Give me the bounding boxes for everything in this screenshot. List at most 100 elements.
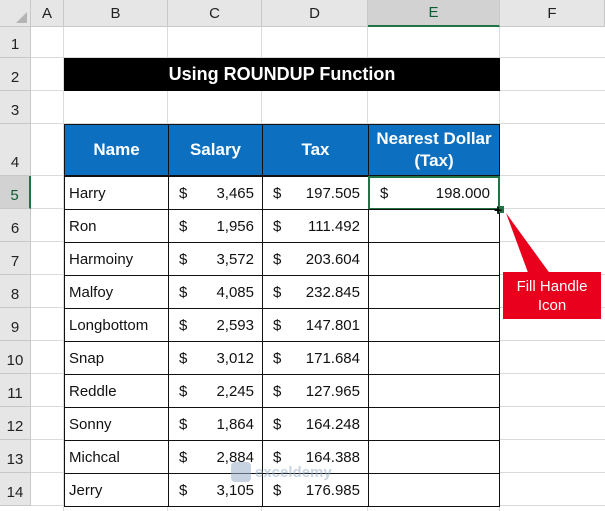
header-nearest-dollar[interactable]: Nearest Dollar (Tax) [368, 124, 500, 176]
currency-symbol: $ [273, 349, 282, 367]
tax-value: 232.845 [305, 283, 360, 301]
select-all-corner[interactable] [0, 0, 31, 27]
cell-name[interactable]: Sonny [64, 407, 169, 441]
tax-value: 111.492 [308, 217, 360, 235]
cell-tax[interactable]: $203.604 [262, 242, 369, 276]
cell-name[interactable]: Longbottom [64, 308, 169, 342]
row-header-1[interactable]: 1 [0, 27, 31, 58]
row-header-5[interactable]: 5 [0, 176, 31, 209]
currency-symbol: $ [179, 316, 188, 334]
tax-value: 203.604 [305, 250, 360, 268]
cell-salary[interactable]: $2,593 [168, 308, 263, 342]
row-header-12[interactable]: 12 [0, 407, 31, 440]
tax-value: 197.505 [305, 184, 360, 202]
header-name[interactable]: Name [64, 124, 169, 176]
currency-symbol: $ [273, 184, 282, 202]
cell-salary[interactable]: $3,465 [168, 176, 263, 210]
salary-value: 2,593 [216, 316, 254, 334]
header-nearest-line2: (Tax) [414, 151, 454, 170]
cell-name[interactable]: Ron [64, 209, 169, 243]
currency-symbol: $ [179, 184, 188, 202]
cell-tax[interactable]: $197.505 [262, 176, 369, 210]
salary-value: 1,956 [216, 217, 254, 235]
cell-name[interactable]: Michcal [64, 440, 169, 474]
header-salary[interactable]: Salary [168, 124, 263, 176]
header-tax[interactable]: Tax [262, 124, 369, 176]
cell-salary[interactable]: $3,572 [168, 242, 263, 276]
salary-value: 3,465 [216, 184, 254, 202]
currency-symbol: $ [273, 415, 282, 433]
tax-value: 164.248 [305, 415, 360, 433]
column-header-f[interactable]: F [500, 0, 605, 27]
cell-nearest-dollar[interactable] [368, 308, 500, 342]
column-header-b[interactable]: B [64, 0, 168, 27]
currency-symbol: $ [273, 283, 282, 301]
cell-nearest-dollar[interactable] [368, 275, 500, 309]
cell-name[interactable]: Jerry [64, 473, 169, 507]
column-header-c[interactable]: C [168, 0, 262, 27]
cell-tax[interactable]: $111.492 [262, 209, 369, 243]
currency-symbol: $ [179, 415, 188, 433]
cell-salary[interactable]: $1,956 [168, 209, 263, 243]
spreadsheet: ABCDEF 1 2 3 4 5 6 7 8 9 10 11 12 13 14 Using ROUNDUP… [0, 0, 605, 511]
currency-symbol: $ [273, 217, 282, 235]
salary-value: 4,085 [216, 283, 254, 301]
cell-nearest-dollar[interactable] [368, 407, 500, 441]
currency-symbol: $ [179, 382, 188, 400]
sheet-title: Using ROUNDUP Function [64, 58, 500, 91]
cell-nearest-dollar[interactable] [368, 209, 500, 243]
currency-symbol: $ [179, 250, 188, 268]
watermark: exceldemy [231, 462, 332, 482]
cell-name[interactable]: Harmoiny [64, 242, 169, 276]
cell-salary[interactable]: $2,245 [168, 374, 263, 408]
column-header-d[interactable]: D [262, 0, 368, 27]
fill-cursor-cross-icon: + [494, 202, 503, 218]
row-header-2[interactable]: 2 [0, 58, 31, 91]
tax-value: 127.965 [305, 382, 360, 400]
currency-symbol: $ [179, 349, 188, 367]
salary-value: 2,245 [216, 382, 254, 400]
cell-salary[interactable]: $4,085 [168, 275, 263, 309]
cell-salary[interactable]: $1,864 [168, 407, 263, 441]
callout-line2: Icon [537, 296, 567, 314]
tax-value: 176.985 [305, 481, 360, 499]
tax-value: 171.684 [305, 349, 360, 367]
cell-name[interactable]: Malfoy [64, 275, 169, 309]
cell-tax[interactable]: $164.248 [262, 407, 369, 441]
currency-symbol: $ [179, 481, 188, 499]
cell-nearest-dollar[interactable] [368, 440, 500, 474]
cell-name[interactable]: Snap [64, 341, 169, 375]
cell-tax[interactable]: $171.684 [262, 341, 369, 375]
cell-tax[interactable]: $232.845 [262, 275, 369, 309]
currency-symbol: $ [273, 481, 282, 499]
callout-line1: Fill Handle [516, 277, 588, 295]
row-header-11[interactable]: 11 [0, 374, 31, 407]
select-all-triangle-icon [16, 12, 27, 23]
cell-nearest-dollar-selected[interactable]: $198.000 [368, 176, 500, 210]
currency-symbol: $ [179, 448, 188, 466]
row-header-4[interactable]: 4 [0, 124, 31, 176]
salary-value: 3,105 [216, 481, 254, 499]
row-header-6[interactable]: 6 [0, 209, 31, 242]
cell-salary[interactable]: $3,012 [168, 341, 263, 375]
cell-nearest-dollar[interactable] [368, 473, 500, 507]
cell-tax[interactable]: $147.801 [262, 308, 369, 342]
header-nearest-line1: Nearest Dollar [376, 129, 492, 148]
currency-symbol: $ [273, 250, 282, 268]
row-header-7[interactable]: 7 [0, 242, 31, 275]
currency-symbol: $ [273, 316, 282, 334]
row-header-9[interactable]: 9 [0, 308, 31, 341]
row-header-10[interactable]: 10 [0, 341, 31, 374]
row-header-13[interactable]: 13 [0, 440, 31, 473]
cell-nearest-dollar[interactable] [368, 242, 500, 276]
cell-name[interactable]: Reddle [64, 374, 169, 408]
cell-tax[interactable]: $127.965 [262, 374, 369, 408]
cell-nearest-dollar[interactable] [368, 374, 500, 408]
cell-name[interactable]: Harry [64, 176, 169, 210]
row-header-14[interactable]: 14 [0, 473, 31, 506]
row-header-8[interactable]: 8 [0, 275, 31, 308]
cell-nearest-dollar[interactable] [368, 341, 500, 375]
column-header-a[interactable]: A [31, 0, 64, 27]
column-header-e[interactable]: E [368, 0, 500, 27]
row-header-3[interactable]: 3 [0, 91, 31, 124]
